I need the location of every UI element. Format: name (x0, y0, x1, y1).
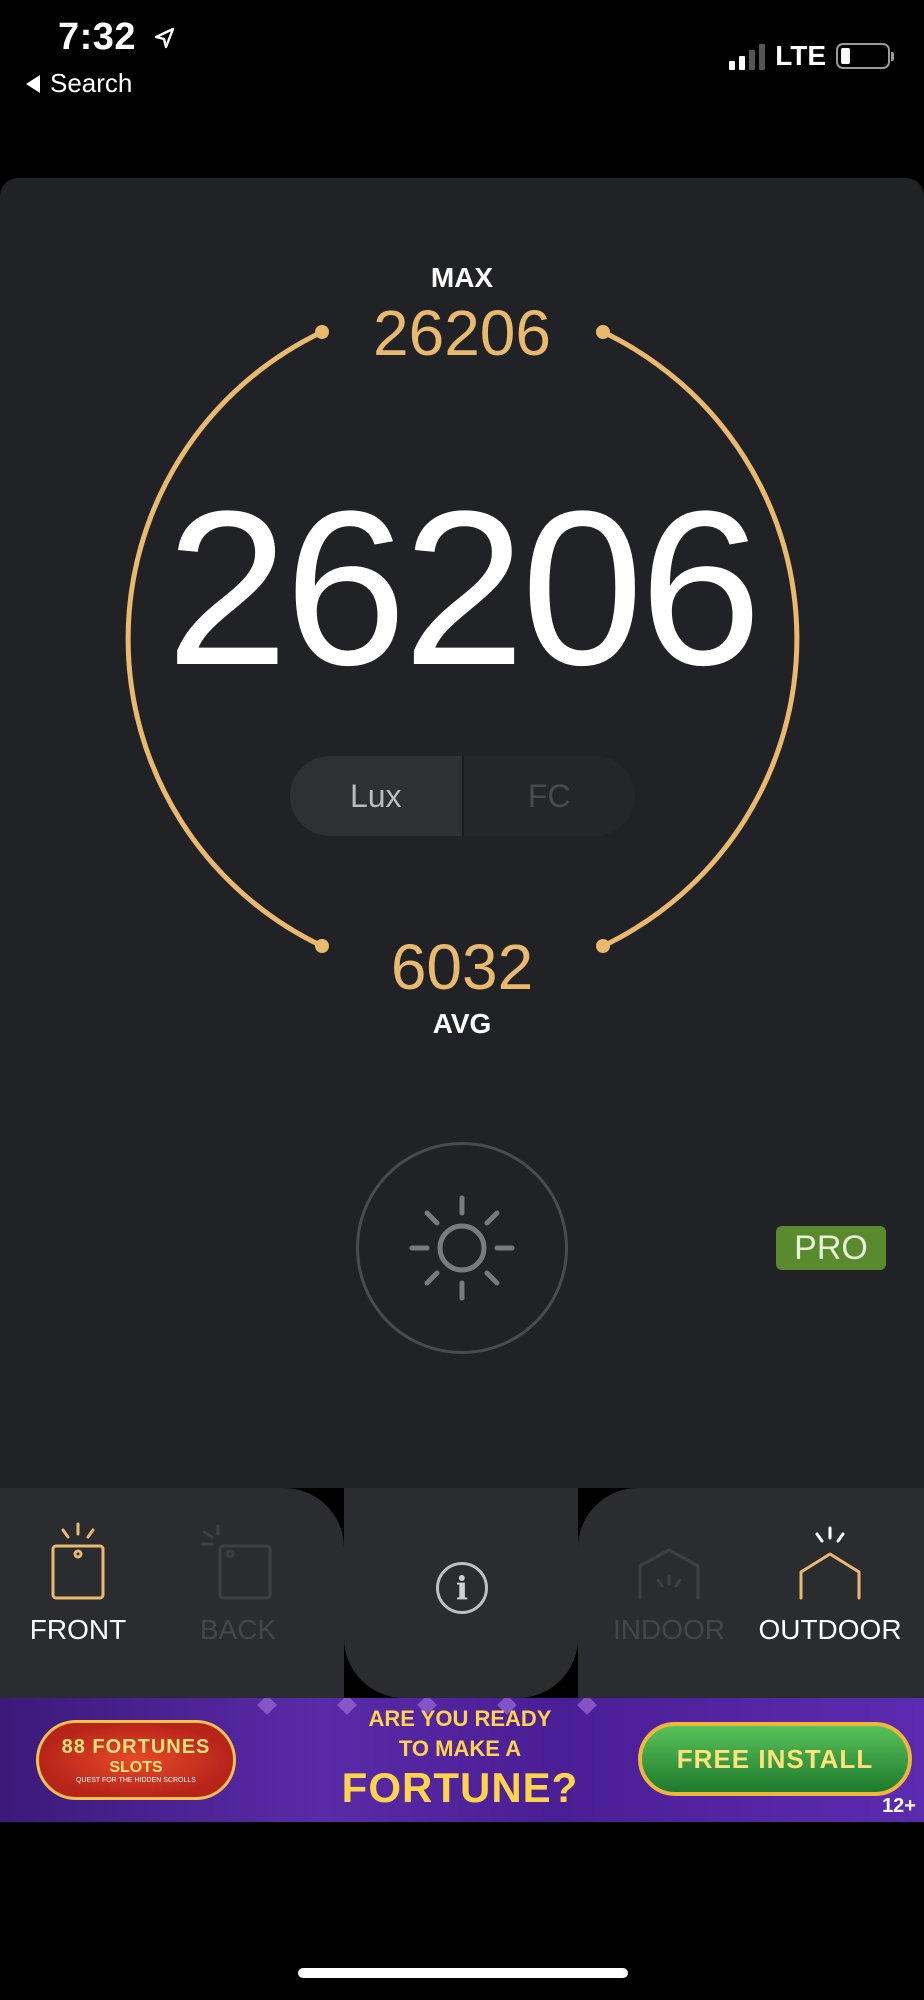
avg-value: 6032 (390, 931, 534, 1003)
ad-banner[interactable]: 88 FORTUNES SLOTS QUEST FOR THE HIDDEN S… (0, 1698, 924, 1822)
sun-icon (409, 1195, 515, 1301)
light-toggle-button[interactable] (356, 1142, 568, 1354)
indoor-button[interactable]: INDOOR (613, 1520, 725, 1646)
back-triangle-icon (26, 74, 40, 93)
status-indicators: LTE (729, 40, 894, 72)
front-camera-icon (51, 1522, 105, 1600)
front-camera-label: FRONT (29, 1614, 127, 1645)
pro-badge[interactable]: PRO (776, 1226, 886, 1270)
info-button[interactable]: i (436, 1562, 488, 1614)
ad-game-logo: 88 FORTUNES SLOTS QUEST FOR THE HIDDEN S… (36, 1720, 236, 1800)
ad-logo-subtitle: SLOTS (109, 1759, 163, 1776)
location-arrow-icon (153, 17, 177, 60)
avg-label: AVG (432, 1008, 492, 1039)
outdoor-label: OUTDOOR (758, 1614, 902, 1645)
unit-fc-button[interactable]: FC (461, 756, 635, 836)
battery-icon (836, 43, 894, 69)
back-camera-button[interactable]: BACK (186, 1520, 290, 1646)
indoor-label: INDOOR (613, 1614, 725, 1645)
ad-headline-line3: FORTUNE? (341, 1764, 579, 1811)
unit-toggle: Lux FC (290, 756, 635, 836)
ad-age-rating: 12+ (882, 1795, 916, 1817)
outdoor-button[interactable]: OUTDOOR (758, 1520, 902, 1646)
ad-free-install-button[interactable]: FREE INSTALL (638, 1722, 912, 1796)
ad-logo-tagline: QUEST FOR THE HIDDEN SCROLLS (76, 1777, 196, 1784)
back-camera-label: BACK (199, 1614, 277, 1645)
cellular-signal-icon (729, 42, 766, 70)
front-camera-button[interactable]: FRONT (26, 1520, 130, 1646)
unit-lux-button[interactable]: Lux (290, 756, 462, 836)
ad-decoration (257, 1698, 277, 1715)
ad-logo-title: 88 FORTUNES (61, 1736, 211, 1758)
home-indicator[interactable] (298, 1968, 628, 1978)
status-time-text: 7:32 (58, 16, 137, 58)
network-type: LTE (775, 40, 826, 71)
current-lux-reading: 26206 (166, 465, 762, 711)
back-to-search-link[interactable]: Search (26, 68, 132, 99)
indoor-icon (638, 1548, 700, 1600)
ad-headline-line2: TO MAKE A (398, 1736, 522, 1761)
ad-headline-line1: ARE YOU READY (368, 1706, 552, 1731)
back-link-label: Search (50, 68, 133, 98)
status-time: 7:32 (58, 16, 177, 60)
ad-headline: ARE YOU READY TO MAKE A FORTUNE? (330, 1704, 590, 1812)
max-label: MAX (430, 262, 494, 293)
outdoor-icon (799, 1526, 861, 1600)
info-icon: i (455, 1569, 469, 1607)
back-camera-icon (200, 1524, 272, 1600)
light-meter-panel: MAX 26206 26206 Lux FC 6032 AVG (0, 178, 924, 1488)
max-value: 26206 (373, 297, 551, 369)
